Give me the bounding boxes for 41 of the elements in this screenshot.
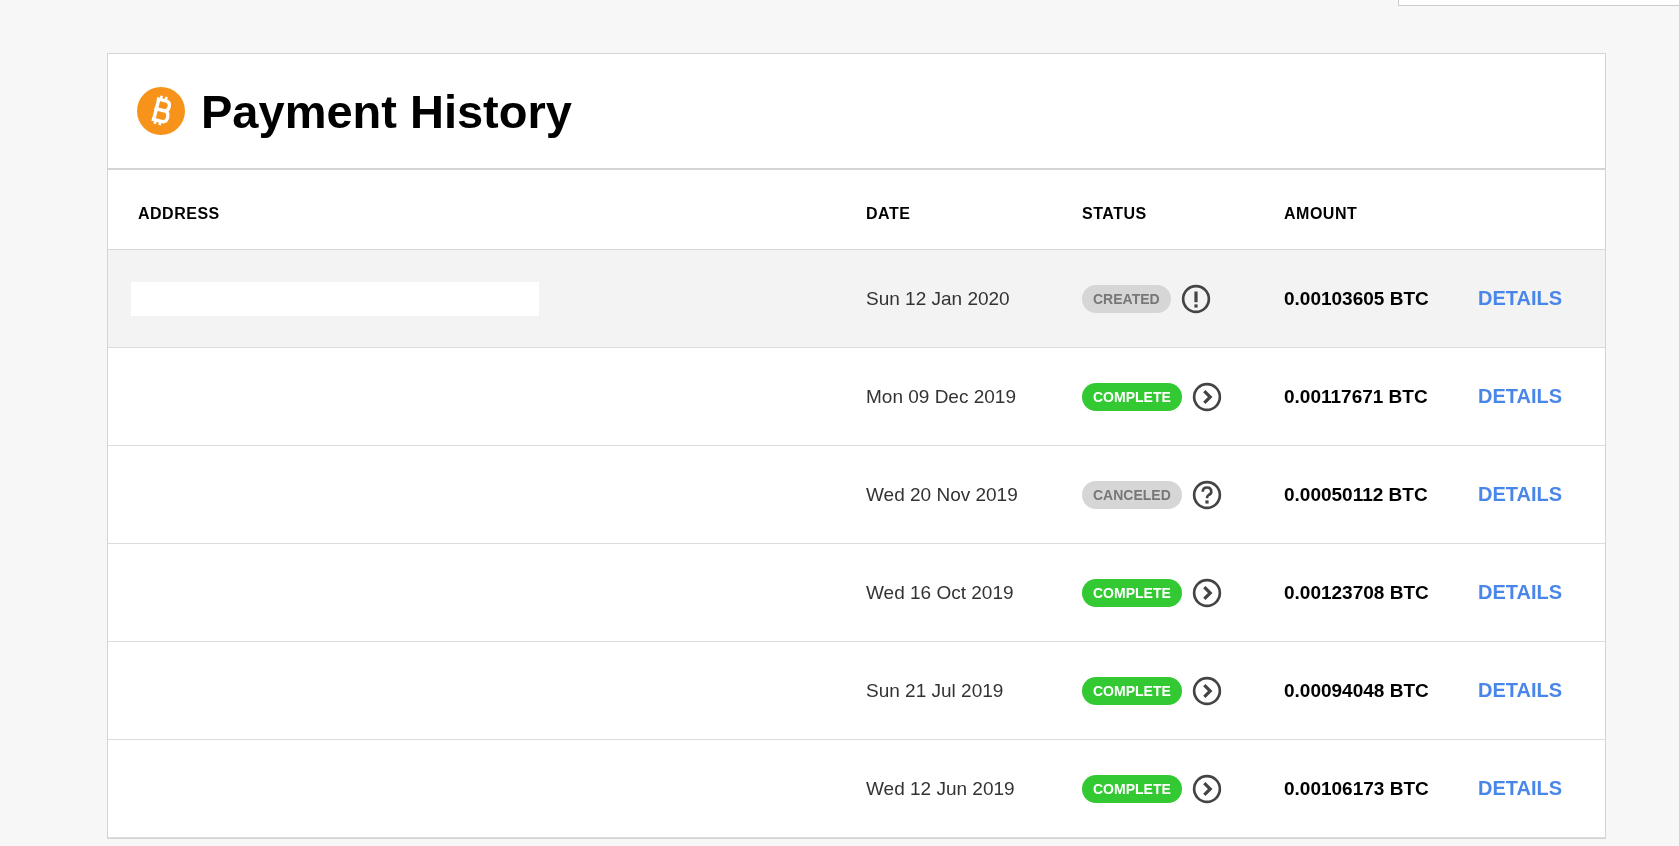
date-cell-text: Sun 21 Jul 2019: [866, 679, 1005, 702]
amount-cell-text: 0.00094048 BTC: [1284, 679, 1430, 702]
date-cell-text: Wed 16 Oct 2019: [866, 581, 1015, 604]
chevron-right-icon[interactable]: [1191, 381, 1222, 412]
details-link[interactable]: DETAILS: [1478, 777, 1563, 800]
info-icon[interactable]: [1180, 283, 1211, 314]
column-header: ADDRESS: [138, 205, 221, 223]
table-row[interactable]: Wed 12 Jun 2019 COMPLETE 0.00106173 BTC DETAILS: [108, 740, 1605, 838]
table-row[interactable]: Sun 12 Jan 2020 CREATED 0.00103605 BTC DETAILS: [108, 250, 1605, 348]
status-badge: COMPLETE: [1082, 382, 1182, 411]
chevron-right-icon[interactable]: [1191, 577, 1222, 608]
column-header: AMOUNT: [1284, 205, 1359, 223]
amount-cell-text: 0.00103605 BTC: [1284, 287, 1430, 310]
amount-cell-text: 0.00117671 BTC: [1284, 385, 1429, 408]
details-link[interactable]: DETAILS: [1478, 385, 1563, 408]
table-row[interactable]: Sun 21 Jul 2019 COMPLETE 0.00094048 BTC DETAILS: [108, 642, 1605, 740]
column-header: STATUS: [1082, 205, 1148, 223]
table-row[interactable]: Wed 16 Oct 2019 COMPLETE 0.00123708 BTC DETAILS: [108, 544, 1605, 642]
date-cell-text: Mon 09 Dec 2019: [866, 385, 1017, 408]
status-badge: CREATED: [1082, 284, 1171, 313]
details-link[interactable]: DETAILS: [1478, 581, 1563, 604]
details-link[interactable]: DETAILS: [1478, 679, 1563, 702]
chevron-right-icon[interactable]: [1191, 675, 1222, 706]
date-cell-text: Sun 12 Jan 2020: [866, 287, 1011, 310]
details-link[interactable]: DETAILS: [1478, 483, 1563, 506]
column-header: DATE: [866, 205, 912, 223]
amount-cell-text: 0.00123708 BTC: [1284, 581, 1430, 604]
page-title: Payment History: [201, 83, 572, 139]
date-cell-text: Wed 12 Jun 2019: [866, 777, 1016, 800]
bitcoin-logo-icon: [137, 87, 185, 135]
status-badge: CANCELED: [1082, 480, 1182, 509]
date-cell-text: Wed 20 Nov 2019: [866, 483, 1019, 506]
chevron-right-icon[interactable]: [1191, 773, 1222, 804]
status-badge: COMPLETE: [1082, 578, 1182, 607]
status-badge: COMPLETE: [1082, 676, 1182, 705]
amount-cell-text: 0.00106173 BTC: [1284, 777, 1430, 800]
table-row[interactable]: Wed 20 Nov 2019 CANCELED 0.00050112 BTC DETAILS: [108, 446, 1605, 544]
amount-cell-text: 0.00050112 BTC: [1284, 483, 1429, 506]
status-badge: COMPLETE: [1082, 774, 1182, 803]
question-icon[interactable]: [1191, 479, 1222, 510]
table-row[interactable]: Mon 09 Dec 2019 COMPLETE 0.00117671 BTC DETAILS: [108, 348, 1605, 446]
